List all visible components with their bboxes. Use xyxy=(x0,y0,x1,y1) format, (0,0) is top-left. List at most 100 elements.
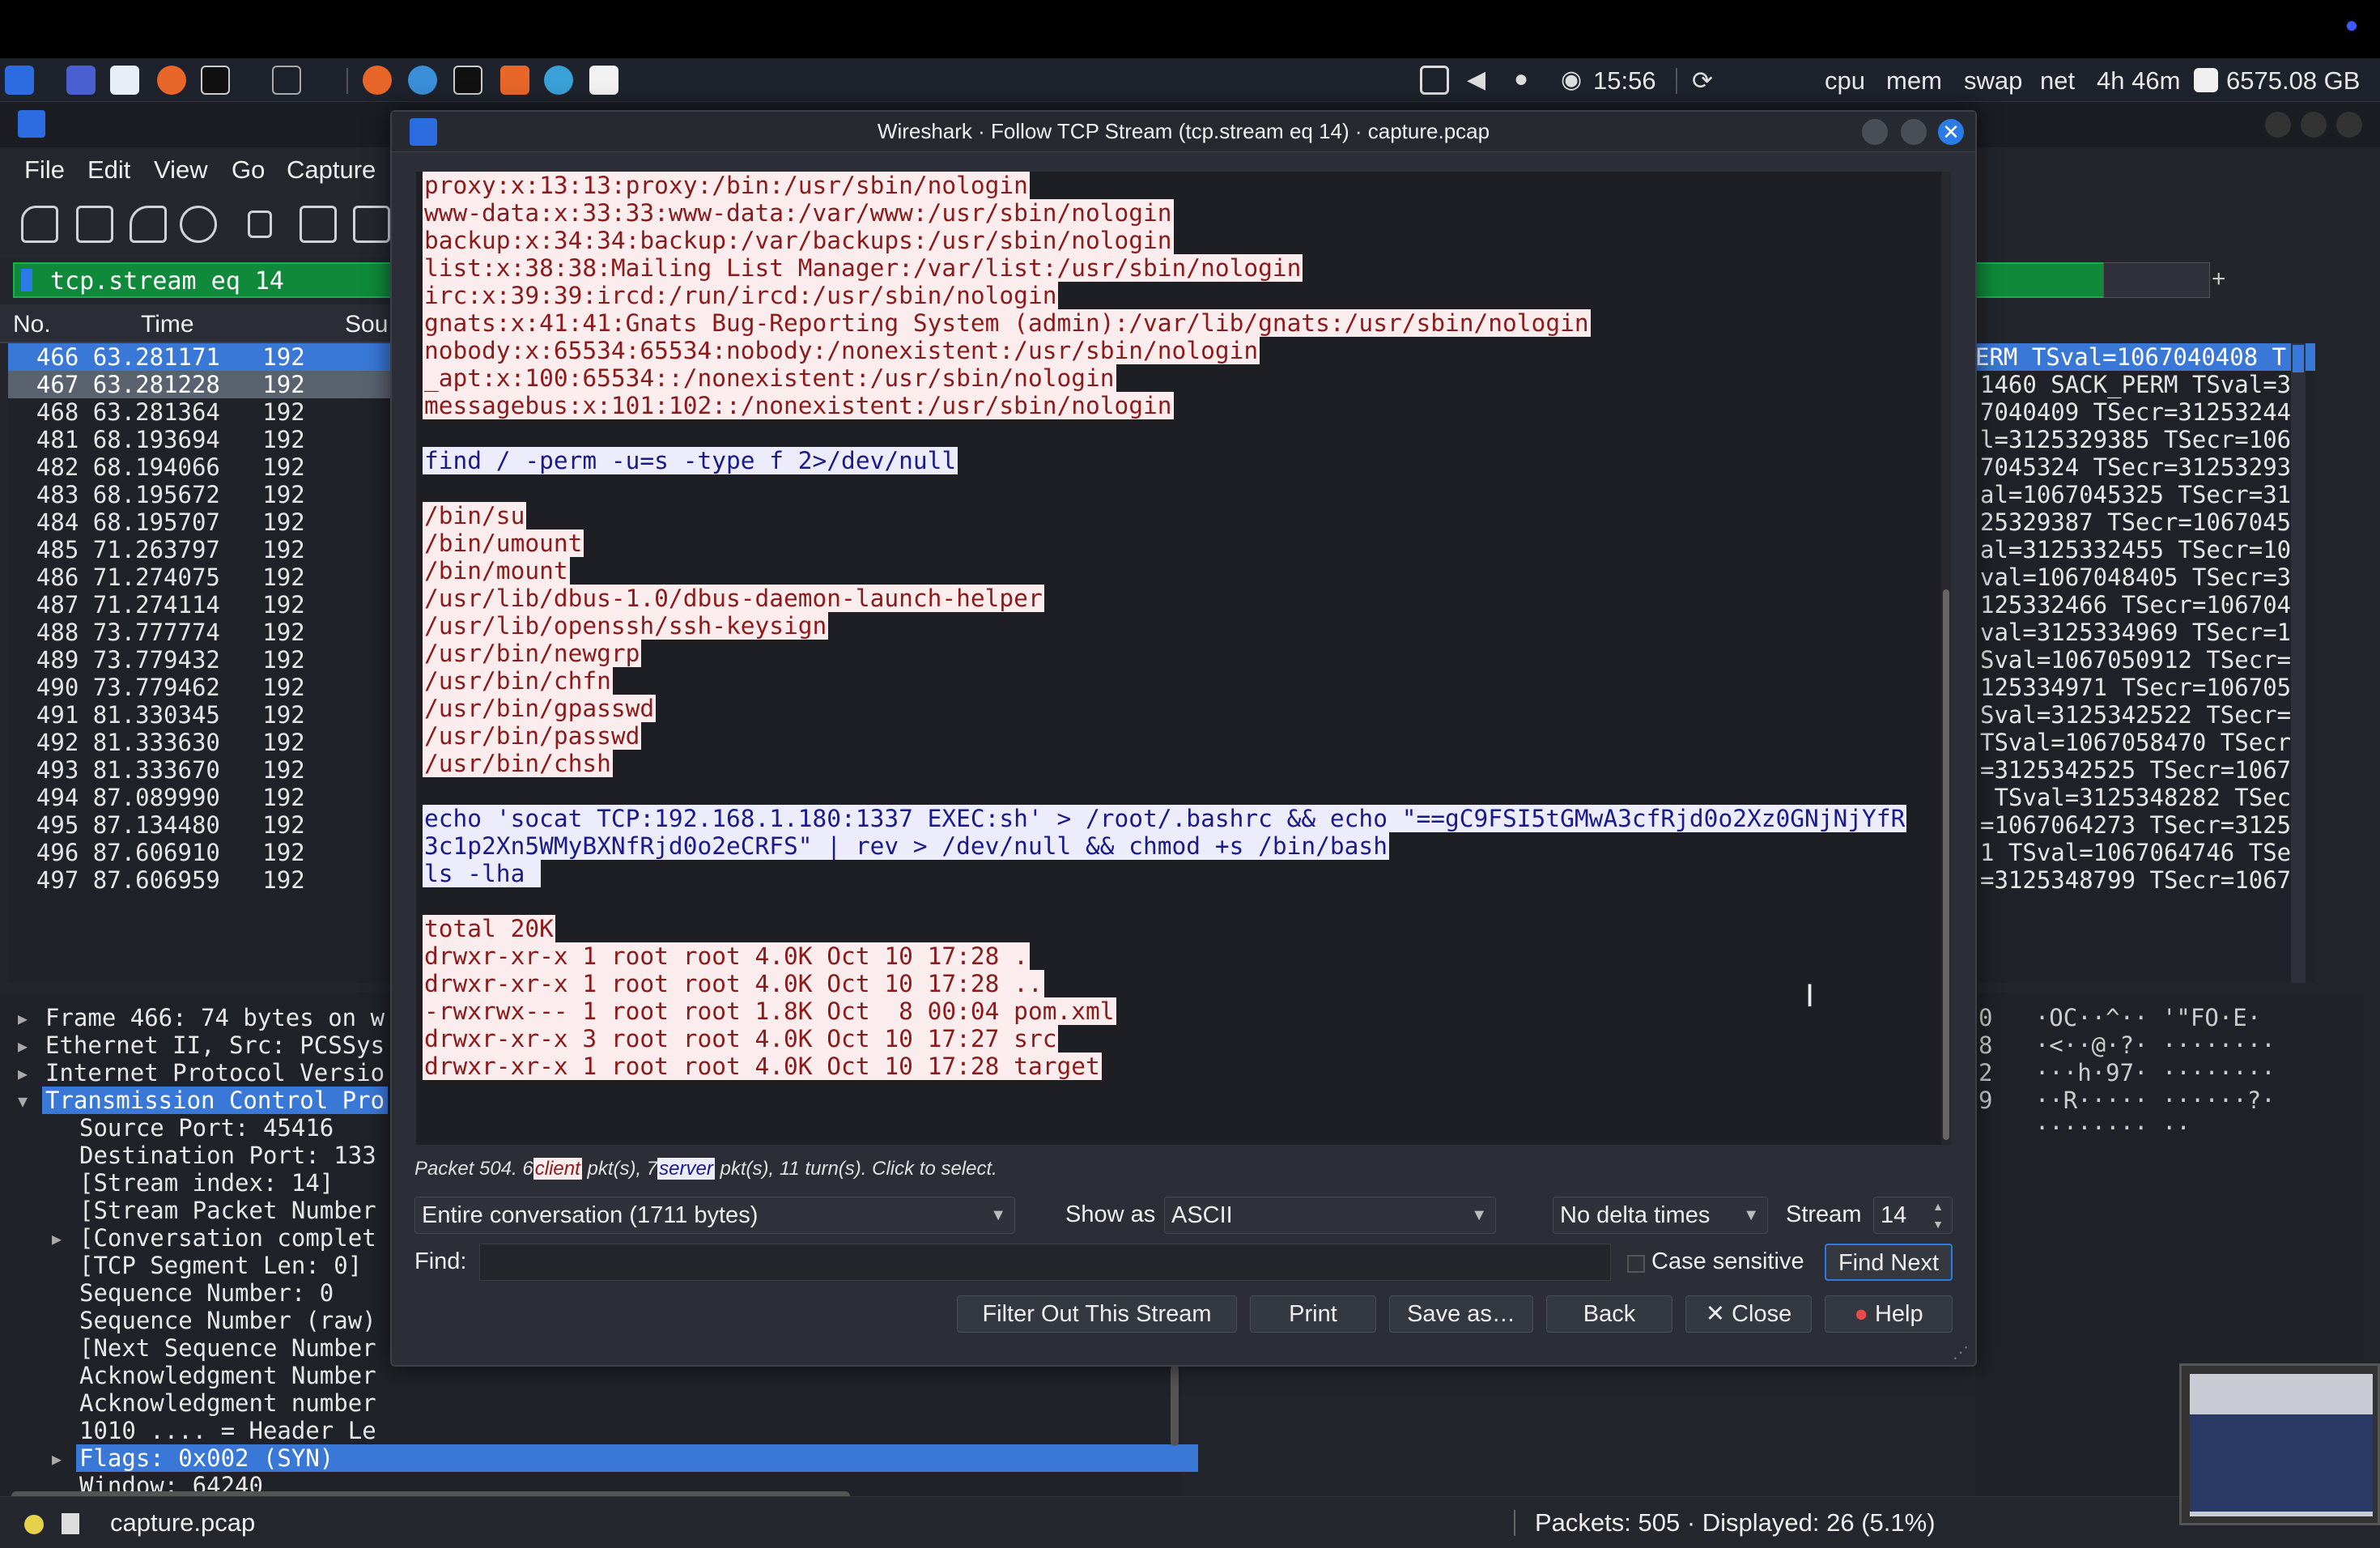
firefox-running-icon[interactable] xyxy=(363,66,392,95)
collapsed-arrow-icon[interactable]: ▶ xyxy=(52,1449,62,1469)
window-preview-thumbnail[interactable] xyxy=(2179,1363,2380,1525)
server-line[interactable]: drwxr-xr-x 1 root root 4.0K Oct 10 17:28… xyxy=(423,970,1044,997)
server-line[interactable]: backup:x:34:34:backup:/var/backups:/usr/… xyxy=(423,227,1174,254)
close-button[interactable]: ✕ Close xyxy=(1685,1295,1812,1333)
packet-row[interactable]: 482 68.194066 192 xyxy=(8,453,421,481)
packet-info-cell[interactable]: 7040409 TSecr=31253244 xyxy=(1980,398,2291,426)
packet-list-scroll-thumb[interactable] xyxy=(2293,345,2304,372)
hex-row[interactable]: 9 ··R····· ······?· xyxy=(1978,1087,2276,1114)
server-line[interactable]: _apt:x:100:65534::/nonexistent:/usr/sbin… xyxy=(423,364,1116,392)
file-manager-icon[interactable] xyxy=(110,66,139,95)
collapsed-arrow-icon[interactable]: ▶ xyxy=(18,1036,28,1056)
packet-info-cell[interactable]: TSval=3125348282 TSec xyxy=(1980,784,2291,811)
stream-scroll-thumb[interactable] xyxy=(1943,589,1949,1140)
packet-row[interactable]: 491 81.330345 192 xyxy=(8,701,421,729)
packet-row[interactable]: 494 87.089990 192 xyxy=(8,784,421,811)
client-line[interactable]: ls -lha xyxy=(423,860,542,887)
stop-capture-icon[interactable] xyxy=(76,206,113,243)
blank-line[interactable] xyxy=(423,777,426,805)
col-no[interactable]: No. xyxy=(13,311,51,338)
hex-row[interactable]: 8 ·<··@·?· ········ xyxy=(1978,1031,2276,1059)
save-file-icon[interactable] xyxy=(300,206,337,243)
detail-row[interactable]: Flags: 0x002 (SYN) xyxy=(76,1444,1198,1472)
packet-info-cell[interactable]: 1 TSval=1067064746 TSe xyxy=(1980,839,2291,866)
collapsed-arrow-icon[interactable]: ▶ xyxy=(52,1229,62,1248)
dialog-minimize-icon[interactable] xyxy=(1862,119,1888,145)
server-line[interactable]: irc:x:39:39:ircd:/run/ircd:/usr/sbin/nol… xyxy=(423,282,1059,309)
display-filter[interactable]: tcp.stream eq 14 xyxy=(13,262,393,298)
detail-row[interactable]: [Next Sequence Number xyxy=(79,1334,376,1362)
collapsed-arrow-icon[interactable]: ▶ xyxy=(18,1064,28,1083)
server-line[interactable]: drwxr-xr-x 3 root root 4.0K Oct 10 17:27… xyxy=(423,1025,1059,1053)
server-line[interactable]: /bin/su xyxy=(423,502,527,529)
client-line[interactable]: 3c1p2Xn5WMyBXNfRjd0o2eCRFS" | rev > /dev… xyxy=(423,832,1389,860)
packet-info-cell[interactable]: 125334971 TSecr=106705 xyxy=(1980,674,2291,701)
packet-info-cell[interactable]: Sval=3125342522 TSecr= xyxy=(1980,701,2291,729)
packet-info-cell[interactable]: =1067064273 TSecr=3125 xyxy=(1980,811,2291,839)
minimize-icon[interactable] xyxy=(2265,112,2291,138)
packet-row[interactable]: 484 68.195707 192 xyxy=(8,508,421,536)
packet-info-cell[interactable]: val=1067048405 TSecr=3 xyxy=(1980,563,2291,591)
detail-row[interactable]: 1010 .... = Header Le xyxy=(79,1417,376,1444)
wireshark-running-icon[interactable] xyxy=(408,66,437,95)
packet-info-cell[interactable]: val=3125334969 TSecr=1 xyxy=(1980,619,2291,646)
server-line[interactable]: /usr/lib/openssh/ssh-keysign xyxy=(423,612,829,640)
detail-row[interactable]: Source Port: 45416 xyxy=(79,1114,334,1142)
detail-row[interactable]: [Conversation complet xyxy=(79,1224,376,1252)
packet-info-cell[interactable]: 1460 SACK_PERM TSval=3 xyxy=(1980,371,2291,398)
col-source[interactable]: Sou xyxy=(345,311,388,338)
server-line[interactable]: total 20K xyxy=(423,915,555,942)
packet-row[interactable]: 468 63.281364 192 xyxy=(8,398,421,426)
packet-row[interactable]: 466 63.281171 192 xyxy=(8,343,421,371)
detail-row[interactable]: [Stream Packet Number xyxy=(79,1197,376,1224)
edit-comment-icon[interactable] xyxy=(62,1513,79,1534)
packet-info-cell[interactable]: al=1067045325 TSecr=31 xyxy=(1980,481,2291,508)
stream-number-spinner[interactable]: 14 ▲ ▼ xyxy=(1873,1197,1953,1234)
blank-line[interactable] xyxy=(423,474,426,502)
server-line[interactable]: /usr/bin/gpasswd xyxy=(423,695,657,722)
detail-row[interactable]: Internet Protocol Versio xyxy=(45,1059,385,1087)
dialog-maximize-icon[interactable] xyxy=(1901,119,1927,145)
refresh-icon[interactable]: ⟳ xyxy=(1692,66,1713,96)
filter-out-stream-button[interactable]: Filter Out This Stream xyxy=(957,1295,1237,1333)
blank-line[interactable] xyxy=(423,419,426,447)
server-line[interactable]: /bin/mount xyxy=(423,557,570,585)
conversation-select[interactable]: Entire conversation (1711 bytes) ▼ xyxy=(414,1197,1015,1234)
packet-row[interactable]: 483 68.195672 192 xyxy=(8,481,421,508)
maximize-icon[interactable] xyxy=(2301,112,2327,138)
delta-times-select[interactable]: No delta times ▼ xyxy=(1553,1197,1768,1234)
hex-row[interactable]: 0 ·OC··^·· '"FO·E· xyxy=(1978,1004,2261,1031)
capture-options-icon[interactable] xyxy=(180,206,217,243)
document-icon[interactable] xyxy=(589,66,618,95)
packet-row[interactable]: 489 73.779432 192 xyxy=(8,646,421,674)
detail-row[interactable]: Transmission Control Pro xyxy=(42,1087,389,1114)
server-line[interactable]: nobody:x:65534:65534:nobody:/nonexistent… xyxy=(423,337,1260,364)
detail-row[interactable]: Ethernet II, Src: PCSSys xyxy=(45,1031,385,1059)
print-button[interactable]: Print xyxy=(1250,1295,1376,1333)
save-as-button[interactable]: Save as… xyxy=(1389,1295,1533,1333)
dialog-close-icon[interactable]: ✕ xyxy=(1938,119,1964,145)
restart-capture-icon[interactable] xyxy=(130,206,167,243)
packet-row[interactable]: 487 71.274114 192 xyxy=(8,591,421,619)
col-time[interactable]: Time xyxy=(141,311,194,338)
case-sensitive-checkbox[interactable] xyxy=(1627,1255,1645,1273)
server-line[interactable]: /usr/lib/dbus-1.0/dbus-daemon-launch-hel… xyxy=(423,585,1044,612)
terminal-icon[interactable] xyxy=(201,66,230,95)
burp-icon[interactable] xyxy=(500,66,529,95)
menu-capture[interactable]: Capture xyxy=(287,155,376,185)
server-line[interactable]: list:x:38:38:Mailing List Manager:/var/l… xyxy=(423,254,1303,282)
blank-line[interactable] xyxy=(423,887,426,915)
packet-info-cell[interactable]: =3125342525 TSecr=1067 xyxy=(1980,756,2291,784)
packet-row[interactable]: 467 63.281228 192 xyxy=(8,371,421,398)
menu-file[interactable]: File xyxy=(24,155,65,185)
client-line[interactable]: find / -perm -u=s -type f 2>/dev/null xyxy=(423,447,958,474)
volume-icon[interactable]: ◀ xyxy=(1467,66,1496,95)
server-line[interactable]: /usr/bin/passwd xyxy=(423,722,642,750)
display-icon[interactable] xyxy=(1420,66,1449,95)
server-line[interactable]: drwxr-xr-x 1 root root 4.0K Oct 10 17:28… xyxy=(423,1053,1102,1080)
packet-info-cell[interactable]: Sval=1067050912 TSecr= xyxy=(1980,646,2291,674)
packet-info-cell[interactable]: al=3125332455 TSecr=10 xyxy=(1980,536,2291,563)
bookmark-icon[interactable] xyxy=(21,269,32,291)
server-line[interactable]: /usr/bin/chfn xyxy=(423,667,613,695)
packet-info-cell[interactable]: TSval=1067058470 TSecr xyxy=(1980,729,2291,756)
